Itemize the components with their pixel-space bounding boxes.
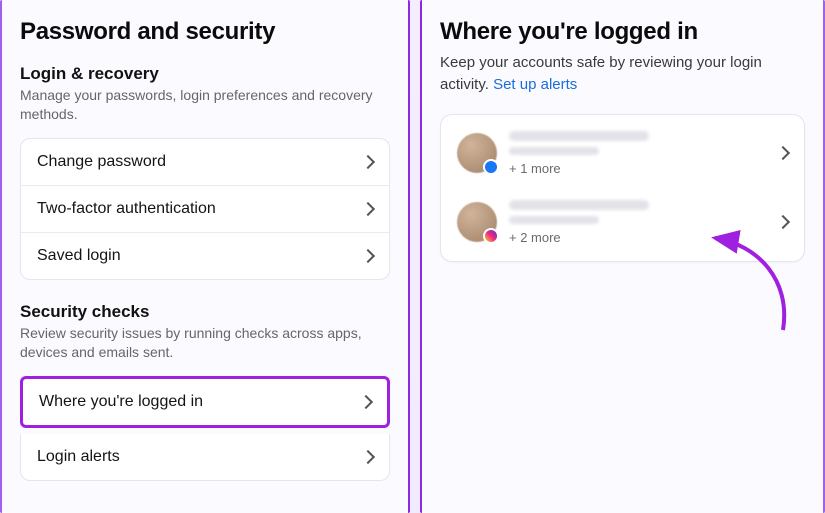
avatar <box>457 202 497 242</box>
change-password-item[interactable]: Change password <box>21 139 389 186</box>
chevron-right-icon <box>359 394 373 408</box>
list-item-label: Two-factor authentication <box>37 200 216 218</box>
list-item-label: Change password <box>37 153 166 171</box>
desc-text: Keep your accounts safe by reviewing you… <box>440 54 762 93</box>
session-row-instagram[interactable]: + 2 more <box>441 188 804 257</box>
password-security-panel: Password and security Login & recovery M… <box>0 0 410 513</box>
page-title: Where you're logged in <box>440 18 805 46</box>
more-count: + 1 more <box>509 161 766 176</box>
instagram-badge-icon <box>483 228 499 244</box>
chevron-right-icon <box>361 449 375 463</box>
list-item-label: Login alerts <box>37 448 120 466</box>
session-text: + 2 more <box>509 200 766 245</box>
redacted-detail <box>509 147 599 155</box>
list-item-label: Where you're logged in <box>39 393 203 411</box>
saved-login-item[interactable]: Saved login <box>21 233 389 279</box>
where-logged-in-item[interactable]: Where you're logged in <box>23 379 387 425</box>
login-recovery-heading: Login & recovery <box>20 64 390 84</box>
login-recovery-desc: Manage your passwords, login preferences… <box>20 86 390 124</box>
security-checks-desc: Review security issues by running checks… <box>20 324 390 362</box>
security-checks-heading: Security checks <box>20 302 390 322</box>
login-alerts-item[interactable]: Login alerts <box>20 434 390 481</box>
chevron-right-icon <box>361 155 375 169</box>
chevron-right-icon <box>361 202 375 216</box>
where-logged-in-panel: Where you're logged in Keep your account… <box>420 0 825 513</box>
sessions-card: + 1 more + 2 more <box>440 114 805 262</box>
more-count: + 2 more <box>509 230 766 245</box>
facebook-badge-icon <box>483 159 499 175</box>
avatar <box>457 133 497 173</box>
login-recovery-list: Change password Two-factor authenticatio… <box>20 138 390 280</box>
list-item-label: Saved login <box>37 247 121 265</box>
page-title: Password and security <box>20 18 390 46</box>
where-logged-in-highlight: Where you're logged in <box>20 376 390 428</box>
redacted-name <box>509 131 649 141</box>
redacted-name <box>509 200 649 210</box>
session-row-facebook[interactable]: + 1 more <box>441 119 804 188</box>
session-text: + 1 more <box>509 131 766 176</box>
redacted-detail <box>509 216 599 224</box>
set-up-alerts-link[interactable]: Set up alerts <box>493 76 577 93</box>
chevron-right-icon <box>361 249 375 263</box>
chevron-right-icon <box>776 215 790 229</box>
panel-description: Keep your accounts safe by reviewing you… <box>440 52 805 96</box>
chevron-right-icon <box>776 146 790 160</box>
two-factor-auth-item[interactable]: Two-factor authentication <box>21 186 389 233</box>
